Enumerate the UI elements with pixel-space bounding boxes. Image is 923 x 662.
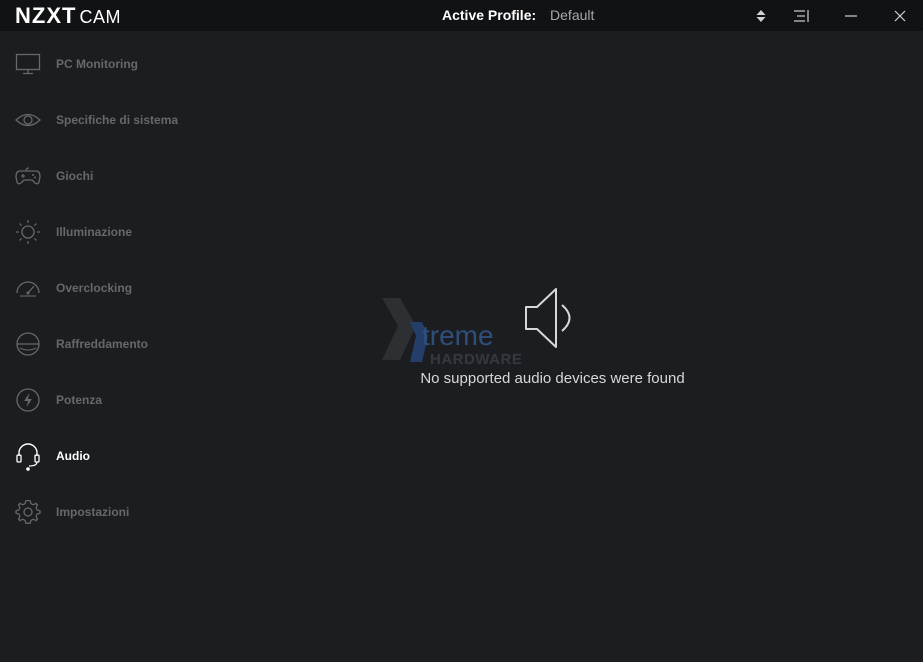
main-content: treme HARDWARE No supported audio device…: [230, 31, 923, 662]
sun-icon: [14, 219, 42, 245]
close-icon: [894, 10, 906, 21]
sidebar-item-power[interactable]: Potenza: [0, 372, 230, 428]
sidebar-item-settings[interactable]: Impostazioni: [0, 484, 230, 540]
monitor-icon: [14, 51, 42, 77]
speaker-icon: [525, 288, 571, 348]
sidebar-item-label: Specifiche di sistema: [56, 113, 179, 127]
sidebar-item-label: Overclocking: [56, 281, 133, 295]
brand-main: NZXT: [15, 3, 77, 28]
watermark-line2: HARDWARE: [430, 351, 522, 366]
sidebar-item-pc-monitoring[interactable]: PC Monitoring: [0, 36, 230, 92]
active-profile[interactable]: Active Profile: Default: [442, 7, 594, 23]
app-logo: NZXT CAM: [15, 3, 121, 29]
minimize-button[interactable]: [833, 0, 869, 31]
title-bar: NZXT CAM Active Profile: Default: [0, 0, 923, 31]
sidebar-item-label: Potenza: [56, 393, 103, 407]
gauge-icon: [14, 275, 42, 301]
gear-icon: [14, 499, 42, 525]
gamepad-icon: [14, 163, 42, 189]
sidebar-item-system-specs[interactable]: Specifiche di sistema: [0, 92, 230, 148]
sidebar-item-label: Raffreddamento: [56, 337, 149, 351]
minimize-icon: [845, 14, 857, 17]
sidebar-item-label: Impostazioni: [56, 505, 130, 519]
empty-state-message: No supported audio devices were found: [420, 370, 685, 387]
sidebar-item-overclocking[interactable]: Overclocking: [0, 260, 230, 316]
profile-label: Active Profile:: [442, 7, 537, 23]
sidebar-item-audio[interactable]: Audio: [0, 428, 230, 484]
sidebar-item-lighting[interactable]: Illuminazione: [0, 204, 230, 260]
sidebar-item-label: Giochi: [56, 169, 94, 183]
watermark-line1: treme: [422, 320, 494, 351]
sidebar-item-label: Illuminazione: [56, 225, 133, 239]
headset-icon: [14, 443, 42, 471]
sidebar-item-games[interactable]: Giochi: [0, 148, 230, 204]
menu-button[interactable]: [783, 0, 819, 31]
profile-switch-button[interactable]: [743, 0, 779, 31]
app-window: NZXT CAM Active Profile: Default PC Moni…: [0, 0, 923, 662]
sidebar-item-label: PC Monitoring: [56, 57, 138, 71]
brand-sub: CAM: [79, 7, 121, 27]
sidebar: PC Monitoring Specifiche di sistema Gioc…: [0, 31, 230, 662]
close-button[interactable]: [882, 0, 918, 31]
sort-arrows-icon: [756, 9, 766, 22]
menu-icon: [794, 9, 809, 22]
sidebar-item-cooling[interactable]: Raffreddamento: [0, 316, 230, 372]
profile-value[interactable]: Default: [550, 7, 594, 23]
lightning-icon: [14, 387, 42, 413]
fan-icon: [14, 331, 42, 357]
eye-icon: [14, 107, 42, 133]
sidebar-item-label: Audio: [56, 449, 90, 463]
